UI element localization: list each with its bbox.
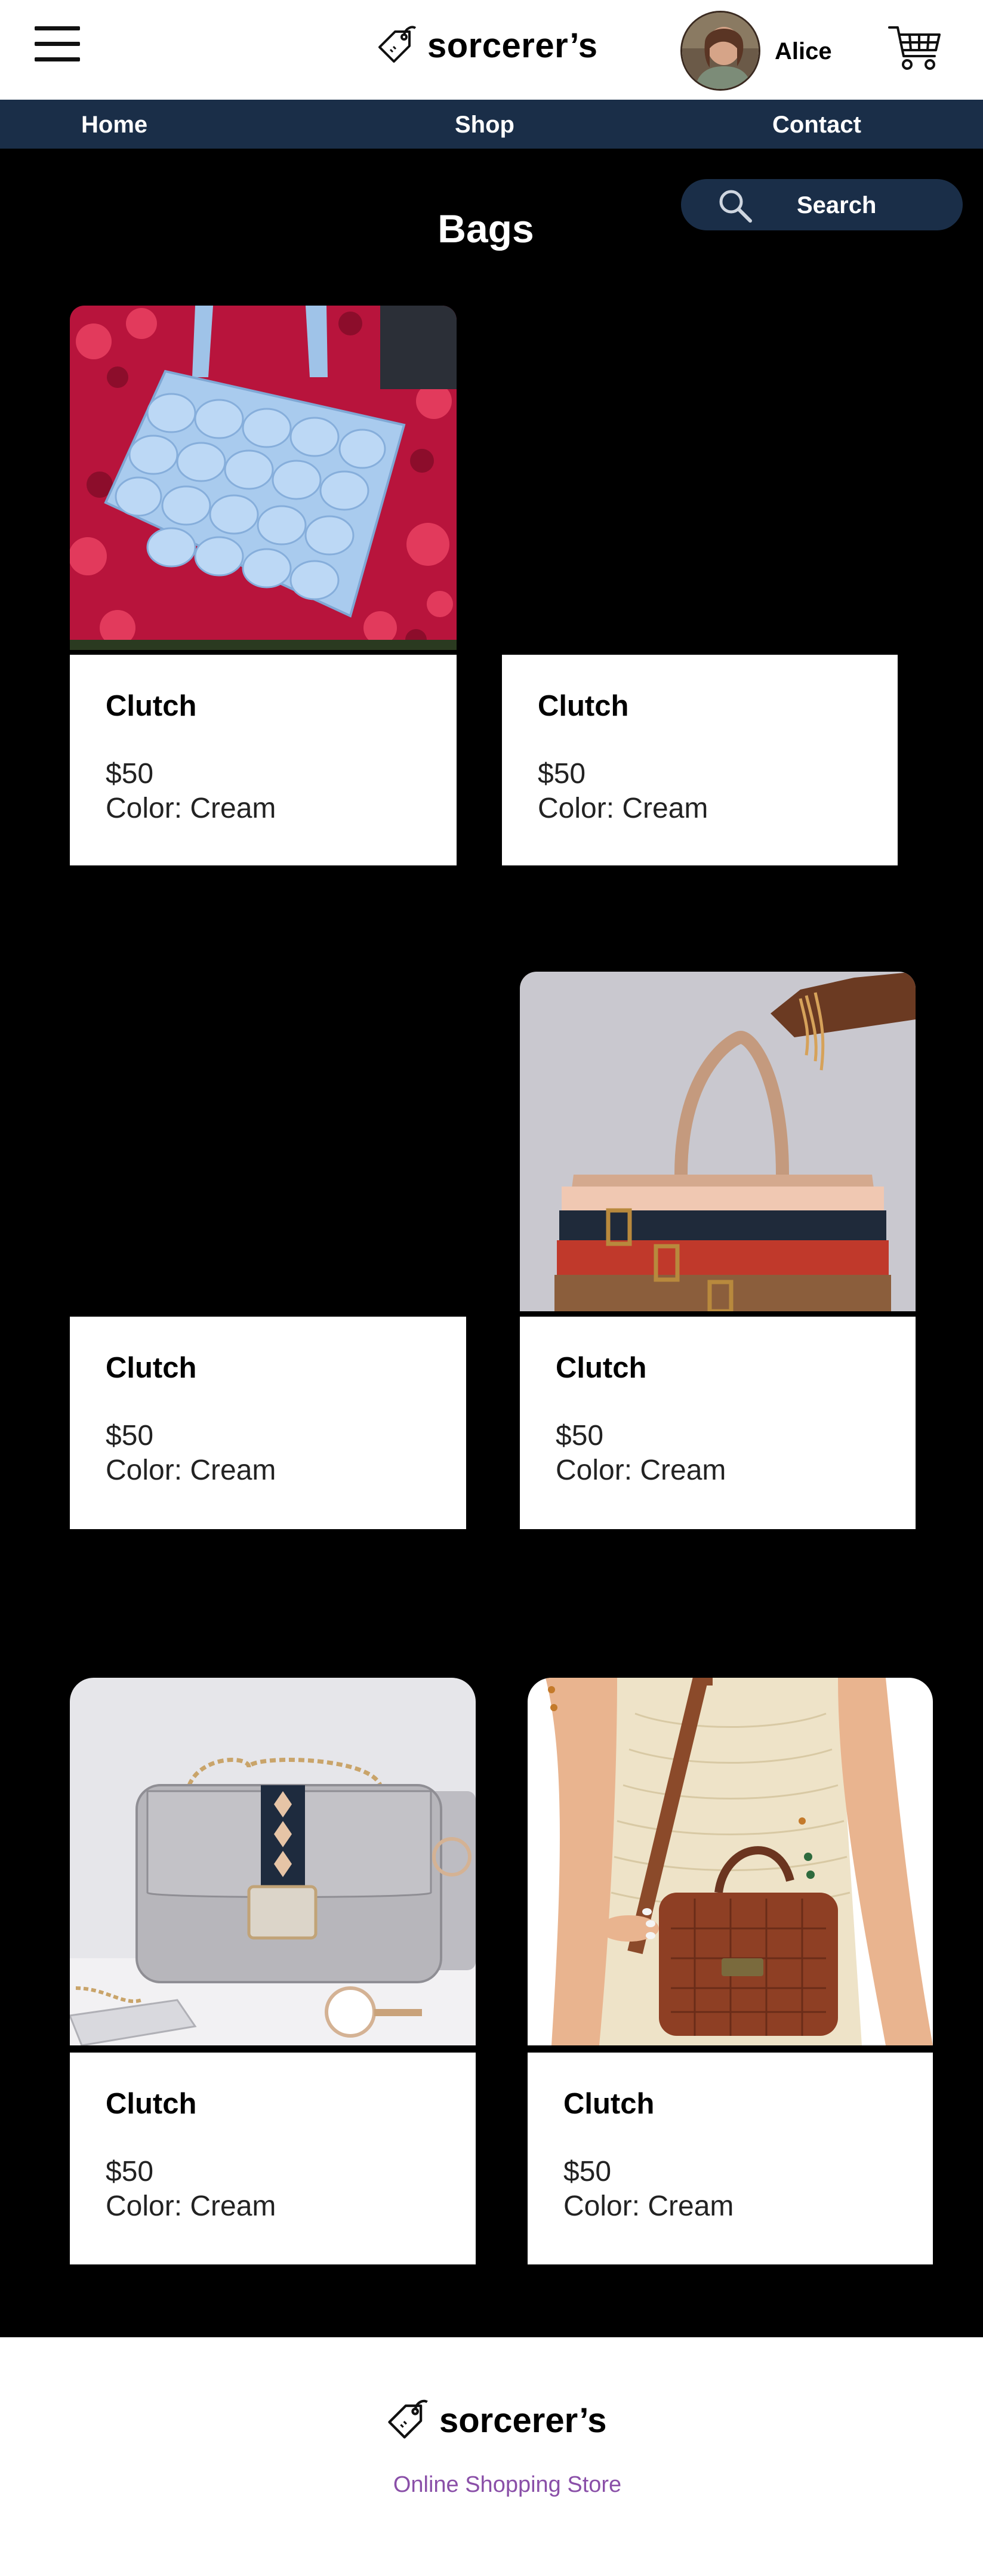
product-price: $50	[106, 2156, 154, 2187]
product-name: Clutch	[563, 2088, 655, 2120]
product-card[interactable]: Clutch $50 Color: Cream	[528, 2053, 933, 2264]
product-name: Clutch	[106, 1352, 197, 1384]
product-color: Color: Cream	[106, 2190, 276, 2222]
product-image-brown-bag[interactable]	[528, 1678, 933, 2045]
nav-shop[interactable]: Shop	[455, 112, 514, 138]
site-footer: sorcerer’s Online Shopping Store	[0, 2337, 983, 2576]
product-image-striped-handbag[interactable]	[520, 972, 916, 1311]
nav-contact[interactable]: Contact	[772, 112, 861, 138]
site-header: sorcerer’s Alice	[0, 0, 983, 100]
main-navigation: Home Shop Contact	[0, 100, 983, 149]
username[interactable]: Alice	[775, 38, 832, 65]
product-color: Color: Cream	[563, 2190, 734, 2222]
product-name: Clutch	[106, 690, 197, 722]
product-color: Color: Cream	[106, 1455, 276, 1486]
product-name: Clutch	[538, 690, 629, 722]
page-title: Bags	[437, 207, 534, 251]
product-price: $50	[556, 1420, 604, 1452]
product-color: Color: Cream	[556, 1455, 726, 1486]
product-price: $50	[538, 758, 586, 790]
product-price: $50	[563, 2156, 612, 2187]
price-tag-icon	[378, 26, 417, 63]
avatar[interactable]	[680, 11, 760, 91]
product-price: $50	[106, 1420, 154, 1452]
product-image-grey-bag[interactable]	[70, 1678, 476, 2045]
nav-home[interactable]: Home	[81, 112, 147, 138]
brand-name: sorcerer’s	[427, 26, 598, 65]
footer-brand-logo[interactable]: sorcerer’s	[384, 2397, 607, 2443]
product-price: $50	[106, 758, 154, 790]
product-image-blue-bag[interactable]	[70, 306, 457, 650]
product-card[interactable]: Clutch $50 Color: Cream	[70, 2053, 476, 2264]
product-card[interactable]: Clutch $50 Color: Cream	[70, 655, 457, 865]
product-color: Color: Cream	[106, 793, 276, 824]
footer-tagline: Online Shopping Store	[393, 2472, 622, 2497]
product-card[interactable]: Clutch $50 Color: Cream	[70, 1317, 466, 1529]
menu-icon[interactable]	[35, 24, 82, 64]
product-name: Clutch	[106, 2088, 197, 2120]
product-color: Color: Cream	[538, 793, 708, 824]
brand-logo[interactable]: sorcerer’s	[375, 21, 598, 69]
price-tag-icon	[388, 2399, 428, 2439]
footer-brand-name: sorcerer’s	[439, 2401, 607, 2440]
product-card[interactable]: Clutch $50 Color: Cream	[502, 655, 898, 865]
shopping-cart-icon[interactable]	[888, 23, 942, 73]
product-name: Clutch	[556, 1352, 647, 1384]
product-card[interactable]: Clutch $50 Color: Cream	[520, 1317, 916, 1529]
